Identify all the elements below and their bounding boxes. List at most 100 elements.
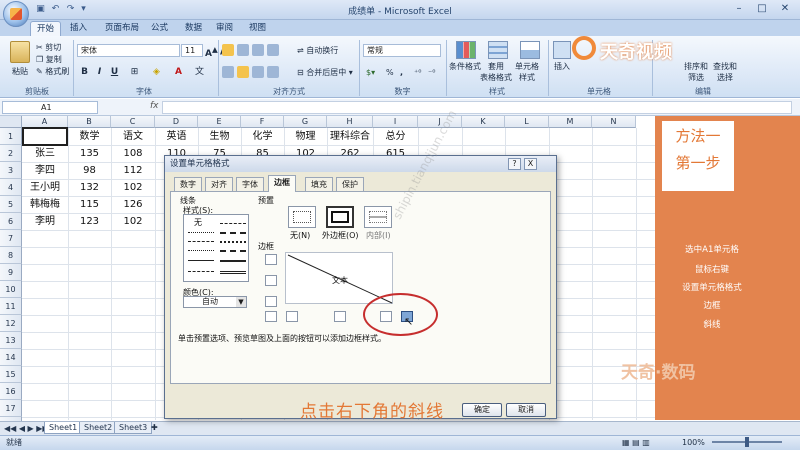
table-cell[interactable]: 126 (111, 196, 155, 213)
decimal-increase-icon[interactable]: ⁺⁰ (414, 67, 421, 78)
column-header[interactable]: K (462, 116, 505, 128)
border-preview[interactable]: 文本 (285, 252, 393, 304)
row-header[interactable]: 5 (0, 196, 22, 213)
table-cell[interactable]: 数学 (68, 128, 111, 145)
wrap-text-button[interactable]: ⇌ 自动换行 (297, 45, 338, 56)
paste-icon[interactable] (10, 41, 30, 63)
column-header[interactable]: E (198, 116, 241, 128)
dialog-tab-alignment[interactable]: 对齐 (205, 177, 233, 191)
table-cell[interactable]: 生物 (198, 128, 241, 145)
align-bottom-icon[interactable] (252, 44, 264, 56)
merge-center-button[interactable]: ⊟ 合并后居中 ▾ (297, 67, 353, 78)
table-cell[interactable]: 李四 (22, 162, 68, 179)
line-style-option[interactable] (220, 271, 246, 274)
redo-icon[interactable]: ↷ (64, 3, 77, 16)
line-style-none[interactable]: 无 (194, 217, 202, 228)
selected-cell-a1[interactable] (22, 127, 68, 146)
row-header[interactable]: 3 (0, 162, 22, 179)
table-cell[interactable]: 98 (68, 162, 111, 179)
font-size-combo[interactable]: 11 (181, 44, 203, 57)
row-header[interactable]: 13 (0, 332, 22, 349)
dialog-close-button[interactable]: X (524, 158, 537, 170)
select-all-corner[interactable] (0, 116, 22, 128)
name-box[interactable]: A1 (2, 101, 98, 114)
dialog-help-button[interactable]: ? (508, 158, 521, 170)
table-cell[interactable]: 102 (111, 213, 155, 230)
border-top-button[interactable] (265, 254, 277, 265)
row-header[interactable]: 2 (0, 145, 22, 162)
table-cell[interactable]: 理科综合 (327, 128, 373, 145)
line-style-option[interactable] (220, 260, 246, 262)
sheet-tab[interactable]: Sheet1 (44, 422, 83, 434)
row-header[interactable]: 12 (0, 315, 22, 332)
paste-label[interactable]: 粘贴 (12, 66, 28, 77)
sheet-nav-icons[interactable]: ◀◀ ◀ ▶ ▶▶ (4, 423, 49, 434)
column-header[interactable]: I (373, 116, 418, 128)
cancel-button[interactable]: 取消 (506, 403, 546, 417)
dialog-tab-font[interactable]: 字体 (236, 177, 264, 191)
table-format-icon[interactable] (488, 41, 508, 59)
find-select-label[interactable]: 查找和 选择 (713, 61, 737, 83)
number-format-combo[interactable]: 常规 (363, 44, 441, 57)
currency-icon[interactable]: $▾ (366, 67, 375, 78)
chevron-down-icon[interactable]: ▼ (236, 297, 246, 307)
table-cell[interactable]: 韩梅梅 (22, 196, 68, 213)
tab-home[interactable]: 开始 (30, 21, 62, 36)
align-middle-icon[interactable] (237, 44, 249, 56)
table-cell[interactable]: 李明 (22, 213, 68, 230)
decimal-decrease-icon[interactable]: ⁻⁰ (428, 67, 435, 78)
line-style-option[interactable] (220, 223, 246, 224)
sort-filter-label[interactable]: 排序和 筛选 (684, 61, 708, 83)
row-header[interactable]: 8 (0, 247, 22, 264)
tab-review[interactable]: 审阅 (210, 21, 239, 36)
row-header[interactable]: 17 (0, 400, 22, 417)
border-left-button[interactable] (286, 311, 298, 322)
table-cell[interactable]: 总分 (373, 128, 418, 145)
row-header[interactable]: 10 (0, 281, 22, 298)
line-style-option[interactable] (220, 232, 246, 234)
column-header[interactable]: H (327, 116, 373, 128)
italic-button[interactable]: I (93, 66, 106, 79)
insert-cells-label[interactable]: 插入 (554, 61, 570, 72)
column-header[interactable]: F (241, 116, 284, 128)
zoom-slider-thumb[interactable] (745, 437, 749, 447)
table-cell[interactable]: 112 (111, 162, 155, 179)
format-painter-button[interactable]: ✎ 格式刷 (36, 66, 69, 77)
column-header[interactable]: L (505, 116, 549, 128)
table-format-label[interactable]: 套用 表格格式 (480, 61, 512, 83)
grow-font-icon[interactable]: A▲ (205, 44, 218, 60)
table-cell[interactable]: 135 (68, 145, 111, 162)
row-header[interactable]: 9 (0, 264, 22, 281)
save-icon[interactable]: ▣ (34, 3, 47, 16)
copy-button[interactable]: ❐ 复制 (36, 54, 62, 65)
row-header[interactable]: 14 (0, 349, 22, 366)
column-header[interactable]: N (592, 116, 636, 128)
office-button[interactable] (3, 1, 29, 27)
line-style-option[interactable] (188, 260, 214, 261)
dialog-tab-fill[interactable]: 填充 (305, 177, 333, 191)
tab-view[interactable]: 视图 (243, 21, 272, 36)
column-header[interactable]: D (155, 116, 198, 128)
conditional-format-icon[interactable] (456, 41, 476, 59)
conditional-format-label[interactable]: 条件格式 (449, 61, 481, 72)
row-header[interactable]: 1 (0, 128, 22, 145)
tab-formulas[interactable]: 公式 (145, 21, 174, 36)
row-header[interactable]: 11 (0, 298, 22, 315)
line-style-option[interactable] (188, 250, 214, 251)
maximize-icon[interactable]: □ (751, 2, 773, 16)
border-middle-button[interactable] (265, 275, 277, 286)
bold-button[interactable]: B (78, 66, 91, 79)
phonetic-icon[interactable]: 文 (193, 66, 206, 79)
minimize-icon[interactable]: – (728, 2, 750, 16)
borders-icon[interactable]: ⊞ (128, 66, 141, 79)
line-style-option[interactable] (220, 241, 246, 243)
row-header[interactable]: 4 (0, 179, 22, 196)
table-cell[interactable]: 化学 (241, 128, 284, 145)
fx-icon[interactable]: fx (150, 101, 159, 111)
fill-color-icon[interactable]: ◈ (150, 66, 163, 79)
align-center-icon[interactable] (237, 66, 249, 78)
row-header[interactable]: 16 (0, 383, 22, 400)
align-left-icon[interactable] (222, 66, 234, 78)
close-icon[interactable]: ✕ (774, 2, 796, 16)
font-color-icon[interactable]: A (172, 66, 185, 79)
